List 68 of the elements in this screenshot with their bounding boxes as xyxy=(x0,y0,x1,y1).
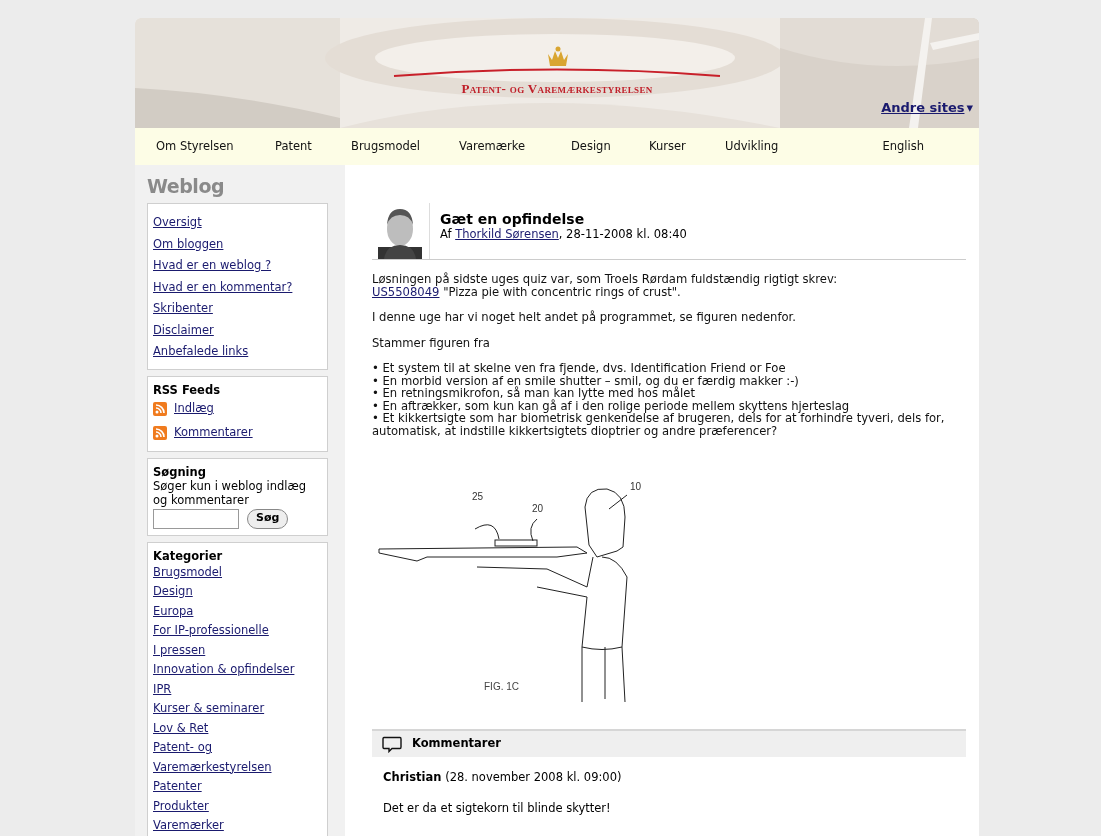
list-item: • En retningsmikrofon, så man kan lytte med hos målet xyxy=(372,387,696,400)
figure-label: 10 xyxy=(630,480,642,494)
sidebar-link[interactable]: I pressen xyxy=(153,640,322,660)
leader-line xyxy=(530,518,538,542)
nav-link[interactable]: Design xyxy=(571,137,649,156)
search-button[interactable]: Søg xyxy=(247,508,289,529)
site-logo[interactable]: Patent- og Varemærkestyrelsen xyxy=(461,79,653,99)
box-heading: RSS Feeds xyxy=(153,382,221,397)
comment-date: (28. november 2008 kl. 09:00) xyxy=(444,770,622,784)
sidebar-link[interactable]: Patenter xyxy=(153,777,322,797)
leader-line xyxy=(608,494,628,510)
sidebar-link[interactable]: Hvad er en kommentar? xyxy=(153,276,322,298)
leader-line xyxy=(474,524,500,540)
list-item: • Et kikkertsigte som har biometrisk genkendelse af brugeren, dels for at forhindre tyveri, dels for, automatisk, at indstille kikkertsigtets dioptrier og andre præferencer? xyxy=(372,412,946,437)
nav-link[interactable]: Om Styrelsen xyxy=(156,137,275,156)
figure-caption: FIG. 1C xyxy=(484,680,519,694)
nav-link[interactable]: Varemærke xyxy=(459,137,571,156)
sidebar-link[interactable]: Innovation & opfindelser xyxy=(153,660,322,680)
post-date: , 28-11-2008 kl. 08:40 xyxy=(558,227,687,241)
sidebar-link[interactable]: Oversigt xyxy=(153,212,322,234)
body-text: Løsningen på sidste uges quiz var, som Troels Rørdam fuldstændig rigtigt skrev: xyxy=(372,273,839,286)
list-item: • En aftrækker, som kun kan gå af i den rolige periode mellem skyttens hjerteslag xyxy=(372,399,850,412)
sidebar-link[interactable]: Hvad er en weblog ? xyxy=(153,255,322,277)
rss-icon xyxy=(153,401,167,416)
sidebar-link[interactable]: Kommentarer xyxy=(174,423,253,442)
nav-link[interactable]: Kurser xyxy=(649,137,725,156)
sidebar-link[interactable]: Brugsmodel xyxy=(153,562,322,582)
box-heading: Kategorier xyxy=(153,548,224,563)
comment-author: Christian xyxy=(383,770,442,784)
sidebar-link[interactable]: Anbefalede links xyxy=(153,341,322,363)
author-link[interactable]: Thorkild Sørensen xyxy=(455,227,559,241)
sidebar-link[interactable]: Lov & Ret xyxy=(153,718,322,738)
rss-icon xyxy=(153,425,167,440)
comments-title: Kommentarer xyxy=(412,735,501,753)
crown-icon xyxy=(545,46,571,68)
patent-number-link[interactable]: US5508049 xyxy=(372,284,440,299)
list-item: • En morbid version af en smile shutter – smil, og du er færdig makker :-) xyxy=(372,374,800,387)
comment-text: Det er da et sigtekorn til blinde skytter! xyxy=(382,800,612,818)
sidebar-title: Weblog xyxy=(147,175,226,197)
other-sites-link[interactable]: Andre sites▾ xyxy=(881,98,973,118)
figure-label: 20 xyxy=(532,502,544,516)
byline-text: Af xyxy=(440,227,453,241)
sidebar-link[interactable]: Kurser & seminarer xyxy=(153,699,322,719)
figure-label: 25 xyxy=(472,490,484,504)
post-title: Gæt en opfindelse xyxy=(440,211,586,227)
nav-link[interactable]: English xyxy=(882,137,924,156)
sidebar-link[interactable]: Patent- og xyxy=(153,738,322,758)
sidebar-link[interactable]: Varemærkestyrelsen xyxy=(153,757,322,777)
comment-icon xyxy=(382,735,402,753)
nav-link[interactable]: Udvikling xyxy=(725,137,880,156)
sidebar-link[interactable]: Varemærker xyxy=(153,816,322,836)
sidebar-link[interactable]: Disclaimer xyxy=(153,319,322,341)
sidebar-link[interactable]: Indlæg xyxy=(174,399,214,418)
sidebar-link[interactable]: IPR xyxy=(153,679,322,699)
list-item: • Et system til at skelne ven fra fjende, dvs. Identification Friend or Foe xyxy=(372,362,787,375)
box-heading: Søgning xyxy=(153,464,207,479)
nav-link[interactable]: Patent xyxy=(275,137,351,156)
sidebar-link[interactable]: Europa xyxy=(153,601,322,621)
search-hint: Søger kun i weblog indlæg og kommentarer xyxy=(153,478,308,507)
body-text: Stammer figuren fra xyxy=(372,336,491,349)
sidebar-link[interactable]: Design xyxy=(153,582,322,602)
sidebar-link[interactable]: Produkter xyxy=(153,796,322,816)
search-field[interactable] xyxy=(153,508,239,529)
sidebar-link[interactable]: Skribenter xyxy=(153,298,322,320)
sidebar-link[interactable]: For IP-professionelle xyxy=(153,621,322,641)
nav-link[interactable]: Brugsmodel xyxy=(351,137,459,156)
sidebar-link[interactable]: Om bloggen xyxy=(153,233,322,255)
body-text: I denne uge har vi noget helt andet på programmet, se figuren nedenfor. xyxy=(372,311,797,324)
